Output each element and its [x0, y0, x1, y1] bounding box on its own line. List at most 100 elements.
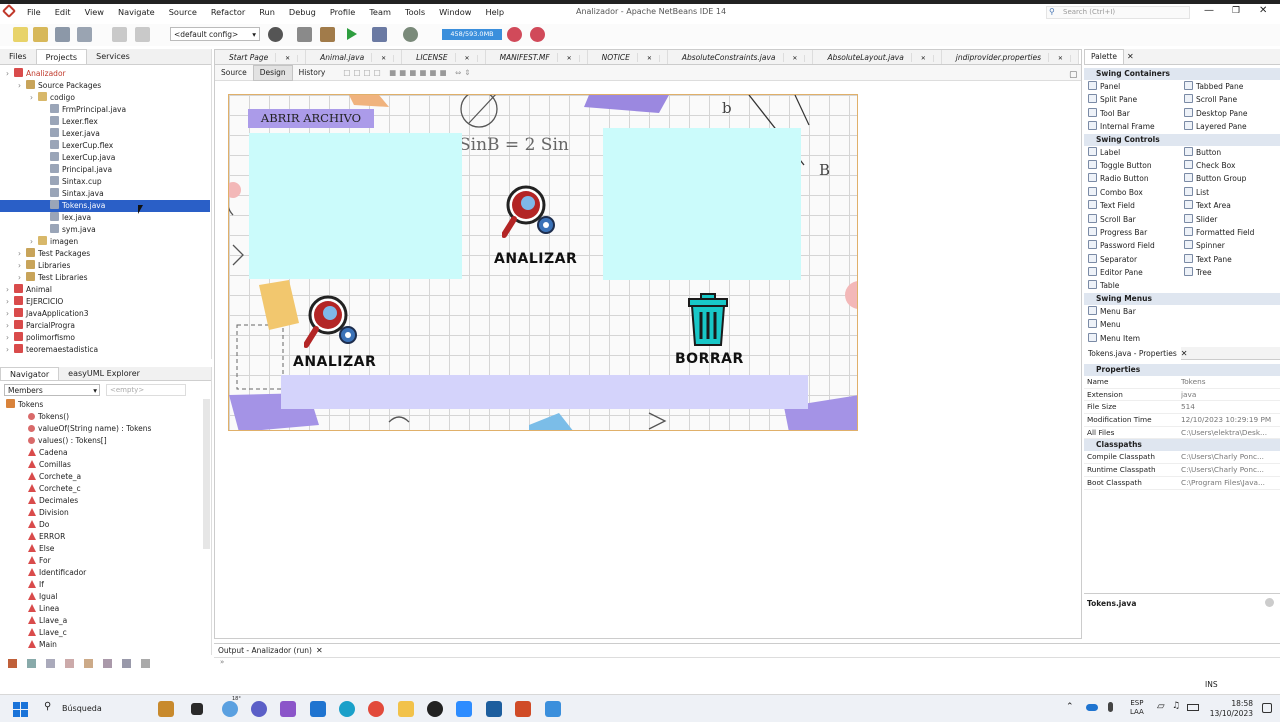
clear-button[interactable] — [686, 293, 730, 347]
tree-item[interactable]: LexerCup.flex — [0, 140, 211, 152]
menu-view[interactable]: View — [78, 4, 111, 20]
editor-scroll-corner[interactable]: ▢ — [1069, 70, 1078, 80]
netbeans-icon[interactable] — [486, 701, 502, 717]
palette-category[interactable]: Swing Containers — [1084, 68, 1280, 80]
palette-title[interactable]: Palette — [1084, 48, 1124, 65]
tree-item[interactable]: › EJERCICIO — [0, 296, 211, 308]
expand-arrow-icon[interactable]: › — [30, 92, 38, 104]
tab-files[interactable]: Files — [0, 49, 36, 64]
palette-item[interactable]: Slider — [1180, 213, 1276, 226]
navigator-member[interactable]: Llave_a — [6, 615, 211, 627]
tree-item[interactable]: › Animal — [0, 284, 211, 296]
palette-category[interactable]: Swing Menus — [1084, 292, 1280, 305]
close-icon[interactable]: ✕ — [1127, 52, 1134, 61]
target-icon[interactable] — [268, 27, 283, 42]
navigator-member[interactable]: Main — [6, 639, 211, 651]
save-all-icon[interactable] — [77, 27, 92, 42]
chat-app-icon[interactable] — [251, 701, 267, 717]
navigator-member[interactable]: Identificador — [6, 567, 211, 579]
language-indicator[interactable]: ESP LAA — [1130, 699, 1144, 717]
navigator-member[interactable]: Decimales — [6, 495, 211, 507]
wifi-icon[interactable]: ▱ — [1157, 701, 1165, 712]
config-select[interactable]: <default config> ▾ — [170, 27, 260, 41]
property-row[interactable]: Runtime Classpath C:\Users\Charly Ponc... — [1084, 464, 1280, 477]
palette-item[interactable]: Text Pane — [1180, 253, 1276, 266]
gc-icon[interactable] — [507, 27, 522, 42]
search-box[interactable]: ⚲ Search (Ctrl+I) — [1046, 6, 1190, 19]
tab-design[interactable]: Design — [252, 64, 293, 81]
tree-item[interactable]: › JavaApplication3 — [0, 308, 211, 320]
navigator-scrollbar[interactable] — [203, 399, 210, 549]
property-row[interactable]: Extension java — [1084, 389, 1280, 402]
profile-icon[interactable] — [403, 27, 418, 42]
battery-icon[interactable] — [1187, 704, 1199, 711]
tree-item[interactable]: › polimorfismo — [0, 332, 211, 344]
expand-arrow-icon[interactable]: › — [18, 260, 26, 272]
navigator-member[interactable]: Comillas — [6, 459, 211, 471]
close-icon[interactable]: ✕ — [637, 55, 660, 62]
navigator-member[interactable]: Corchete_a — [6, 471, 211, 483]
navigator-member[interactable]: Tokens() — [6, 411, 211, 423]
navigator-member[interactable]: Do — [6, 519, 211, 531]
expand-arrow-icon[interactable]: › — [6, 284, 14, 296]
open-file-button[interactable]: ABRIR ARCHIVO — [248, 109, 374, 128]
powerpoint-icon[interactable] — [515, 701, 531, 717]
menu-debug[interactable]: Debug — [282, 4, 323, 20]
palette-item[interactable]: Button Group — [1180, 172, 1276, 185]
palette-item[interactable]: Menu Bar — [1084, 305, 1180, 318]
tree-item[interactable]: › Libraries — [0, 260, 211, 272]
close-icon[interactable]: ✕ — [783, 55, 806, 62]
tree-item[interactable]: LexerCup.java — [0, 152, 211, 164]
close-icon[interactable]: ✕ — [1181, 349, 1188, 358]
properties-title[interactable]: Tokens.java - Properties — [1084, 346, 1181, 360]
expand-arrow-icon[interactable]: › — [18, 272, 26, 284]
menu-edit[interactable]: Edit — [48, 4, 78, 20]
editor-tab[interactable]: LICENSE ✕ — [402, 50, 486, 64]
tree-item[interactable]: › Analizador — [0, 68, 211, 80]
palette-item[interactable]: Table — [1084, 279, 1180, 292]
tree-item[interactable]: sym.java — [0, 224, 211, 236]
filter-icon[interactable] — [122, 659, 131, 668]
close-icon[interactable]: ✕ — [1049, 55, 1071, 62]
close-icon[interactable]: ✕ — [455, 55, 478, 62]
tab-output[interactable]: Output - Analizador (run) — [214, 646, 316, 655]
palette-item[interactable]: Spinner — [1180, 239, 1276, 252]
expand-arrow-icon[interactable]: › — [6, 308, 14, 320]
tree-item[interactable]: FrmPrincipal.java — [0, 104, 211, 116]
pause-icon[interactable] — [530, 27, 545, 42]
palette-item[interactable]: Tabbed Pane — [1180, 80, 1276, 93]
undo-icon[interactable] — [112, 27, 127, 42]
menu-refactor[interactable]: Refactor — [204, 4, 252, 20]
editor-tab[interactable]: Start Page ✕ — [215, 50, 307, 64]
close-button[interactable]: ✕ — [1259, 4, 1271, 18]
classpaths-section[interactable]: Classpaths — [1084, 439, 1280, 452]
editor-tab[interactable]: AbsoluteConstraints.java ✕ — [668, 50, 814, 64]
palette-item[interactable]: Desktop Pane — [1180, 107, 1276, 120]
tree-item[interactable]: Principal.java — [0, 164, 211, 176]
palette-item[interactable]: Scroll Pane — [1180, 93, 1276, 106]
palette-item[interactable]: Internal Frame — [1084, 120, 1180, 133]
palette-item[interactable]: Text Field — [1084, 199, 1180, 212]
menu-source[interactable]: Source — [162, 4, 204, 20]
tree-item[interactable]: Sintax.cup — [0, 176, 211, 188]
weather-icon[interactable] — [222, 701, 238, 717]
tree-item[interactable]: › Test Packages — [0, 248, 211, 260]
editor-tab[interactable]: jndiprovider.properties ✕ — [942, 50, 1079, 64]
filter-icon[interactable] — [141, 659, 150, 668]
palette-item[interactable]: Check Box — [1180, 159, 1276, 172]
members-select[interactable]: Members ▾ — [4, 384, 100, 396]
palette-item[interactable]: Panel — [1084, 80, 1180, 93]
new-file-icon[interactable] — [13, 27, 28, 42]
navigator-member[interactable]: For — [6, 555, 211, 567]
status-text-field[interactable] — [281, 375, 808, 409]
microphone-icon[interactable] — [1108, 702, 1113, 712]
tree-item[interactable]: › teoremaestadistica — [0, 344, 211, 356]
property-row[interactable]: File Size 514 — [1084, 401, 1280, 415]
empty-select[interactable]: <empty> — [106, 384, 186, 396]
palette-item[interactable]: Password Field — [1084, 239, 1180, 252]
menu-run[interactable]: Run — [252, 4, 282, 20]
navigator-member[interactable]: valueOf(String name) : Tokens — [6, 423, 211, 435]
windows-start-icon[interactable] — [13, 702, 28, 717]
palette-item[interactable]: Menu Item — [1084, 332, 1180, 345]
close-icon[interactable]: ✕ — [911, 55, 934, 62]
